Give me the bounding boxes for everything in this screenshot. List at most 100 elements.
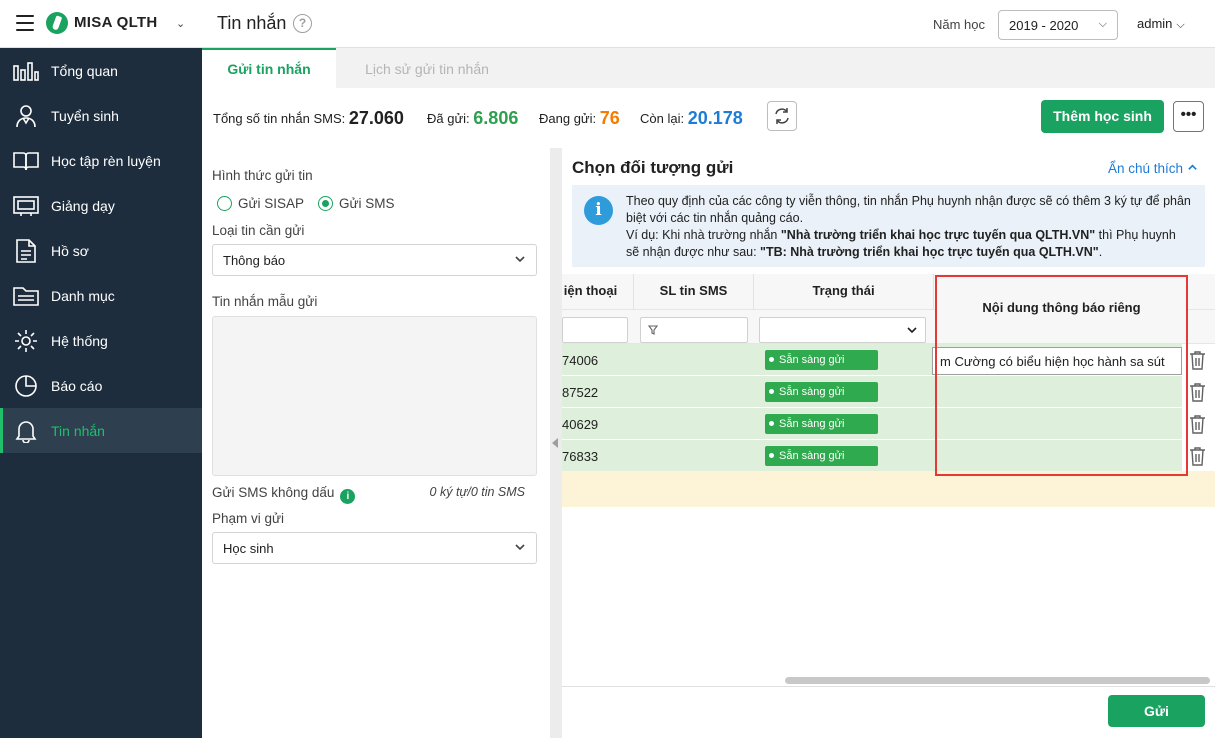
notice-line-2: Ví dụ: Khi nhà trường nhắn "Nhà trường t… xyxy=(626,228,1176,259)
board-icon xyxy=(12,193,40,219)
character-counter: 0 ký tự/0 tin SMS xyxy=(429,485,525,499)
sms-count-filter-input[interactable] xyxy=(640,317,748,343)
help-icon[interactable]: ? xyxy=(293,14,312,33)
bell-icon xyxy=(12,418,40,444)
sidebar-item-danh-muc[interactable]: Danh mục xyxy=(0,273,202,318)
stat-sending-value: 76 xyxy=(599,108,620,128)
year-label: Năm học xyxy=(933,17,986,32)
student-icon xyxy=(12,103,40,129)
tab-message-history[interactable]: Lịch sử gửi tin nhắn xyxy=(342,48,512,88)
summary-row xyxy=(562,471,1215,507)
sidebar-item-label: Tin nhắn xyxy=(51,422,105,439)
sidebar-item-label: Tuyển sinh xyxy=(51,107,119,124)
trash-icon[interactable] xyxy=(1189,382,1206,402)
stat-remaining-value: 20.178 xyxy=(687,108,743,128)
pie-chart-icon xyxy=(12,373,40,399)
add-student-button[interactable]: Thêm học sinh xyxy=(1041,100,1164,133)
chevron-down-icon xyxy=(514,253,526,268)
status-badge: Sẵn sàng gửi xyxy=(765,382,878,402)
chevron-up-icon xyxy=(1188,164,1197,170)
tab-send-message[interactable]: Gửi tin nhắn xyxy=(202,48,336,88)
trash-icon[interactable] xyxy=(1189,446,1206,466)
radio-send-sms[interactable]: Gửi SMS xyxy=(318,196,395,211)
sidebar-item-tong-quan[interactable]: Tổng quan xyxy=(0,48,202,93)
year-select[interactable]: 2019 - 2020 ⌵ xyxy=(998,10,1118,40)
status-badge: Sẵn sàng gửi xyxy=(765,350,878,370)
horizontal-scrollbar[interactable] xyxy=(785,677,1210,684)
hide-note-link[interactable]: Ẩn chú thích xyxy=(1108,161,1198,176)
sidebar-item-bao-cao[interactable]: Báo cáo xyxy=(0,363,202,408)
sidebar-item-giang-day[interactable]: Giảng dạy xyxy=(0,183,202,228)
sidebar-item-hoc-tap[interactable]: Học tập rèn luyện xyxy=(0,138,202,183)
status-badge: Sẵn sàng gửi xyxy=(765,446,878,466)
send-button[interactable]: Gửi xyxy=(1108,695,1205,727)
recipients-panel: Chọn đối tượng gửi Ẩn chú thích i Theo q… xyxy=(562,148,1215,738)
sidebar-item-label: Học tập rèn luyện xyxy=(51,152,161,169)
menu-icon[interactable] xyxy=(16,15,34,31)
book-icon xyxy=(12,148,40,174)
sidebar-item-ho-so[interactable]: Hồ sơ xyxy=(0,228,202,273)
notice-line-1: Theo quy định của các công ty viễn thông… xyxy=(626,194,1191,225)
sidebar-item-he-thong[interactable]: Hệ thống xyxy=(0,318,202,363)
scope-select[interactable]: Học sinh xyxy=(212,532,537,564)
chevron-down-icon: ⌵ xyxy=(1098,18,1107,30)
sidebar-item-tin-nhan[interactable]: Tin nhắn xyxy=(0,408,202,453)
template-textarea[interactable] xyxy=(212,316,537,476)
stat-remaining: Còn lại: 20.178 xyxy=(640,108,743,128)
refresh-button[interactable] xyxy=(767,101,797,131)
trash-icon[interactable] xyxy=(1189,414,1206,434)
message-form: Hình thức gửi tin Gửi SISAP Gửi SMS Loại… xyxy=(202,148,550,738)
gear-icon xyxy=(12,328,40,354)
sidebar-item-label: Báo cáo xyxy=(51,377,103,394)
phone-filter-input[interactable] xyxy=(562,317,628,343)
radio-send-sisap[interactable]: Gửi SISAP xyxy=(217,196,304,211)
status-badge: Sẵn sàng gửi xyxy=(765,414,878,434)
chevron-down-icon[interactable]: ⌄ xyxy=(176,17,185,30)
column-header-status[interactable]: Trạng thái xyxy=(754,274,934,310)
chevron-down-icon: ⌵ xyxy=(1176,19,1185,31)
info-icon: i xyxy=(584,196,613,225)
sidebar-item-label: Danh mục xyxy=(51,287,115,304)
collapse-arrow-icon[interactable] xyxy=(552,438,558,448)
stat-sent: Đã gửi: 6.806 xyxy=(427,108,519,128)
sms-notice: i Theo quy định của các công ty viễn thô… xyxy=(572,185,1205,267)
sidebar-item-label: Giảng dạy xyxy=(51,197,115,214)
stat-sending: Đang gửi: 76 xyxy=(539,108,620,128)
message-type-select[interactable]: Thông báo xyxy=(212,244,537,276)
folder-icon xyxy=(12,283,40,309)
send-method-label: Hình thức gửi tin xyxy=(212,168,313,183)
sidebar-item-label: Tổng quan xyxy=(51,62,118,79)
stat-sent-value: 6.806 xyxy=(473,108,519,128)
year-value: 2019 - 2020 xyxy=(1009,18,1079,33)
unsigned-sms-label: Gửi SMS không dấu i xyxy=(212,485,356,504)
document-icon xyxy=(12,238,40,264)
page-title: Tin nhắn xyxy=(217,13,287,33)
sidebar-item-label: Hệ thống xyxy=(51,332,108,349)
status-filter-select[interactable] xyxy=(759,317,926,343)
filter-icon xyxy=(648,325,658,335)
sidebar-item-tuyen-sinh[interactable]: Tuyển sinh xyxy=(0,93,202,138)
panel-splitter[interactable] xyxy=(550,148,562,738)
info-icon[interactable]: i xyxy=(340,489,356,504)
refresh-icon xyxy=(775,108,789,124)
trash-icon[interactable] xyxy=(1189,350,1206,370)
user-name: admin xyxy=(1137,16,1173,31)
chevron-down-icon xyxy=(907,327,917,334)
column-header-phone[interactable]: iện thoại xyxy=(562,274,634,310)
tab-bar: Gửi tin nhắn Lịch sử gửi tin nhắn xyxy=(202,48,1215,88)
scope-label: Phạm vi gửi xyxy=(212,511,285,526)
radio-circle xyxy=(318,196,333,211)
brand-name: MISA QLTH xyxy=(74,14,158,31)
more-options-button[interactable]: ••• xyxy=(1173,101,1204,132)
stat-total: Tổng số tin nhắn SMS: 27.060 xyxy=(213,108,404,128)
column-header-sms-count[interactable]: SL tin SMS xyxy=(634,274,754,310)
bar-chart-icon xyxy=(12,58,40,84)
sidebar: Tổng quan Tuyển sinh Học tập rèn luyện G… xyxy=(0,48,202,738)
radio-circle xyxy=(217,196,232,211)
stats-bar: Tổng số tin nhắn SMS: 27.060 Đã gửi: 6.8… xyxy=(202,88,1215,148)
misa-logo-icon xyxy=(46,12,68,34)
chevron-down-icon xyxy=(514,541,526,556)
user-menu[interactable]: admin ⌵ xyxy=(1137,16,1185,32)
template-label: Tin nhắn mẫu gửi xyxy=(212,294,318,309)
sidebar-item-label: Hồ sơ xyxy=(51,242,89,259)
